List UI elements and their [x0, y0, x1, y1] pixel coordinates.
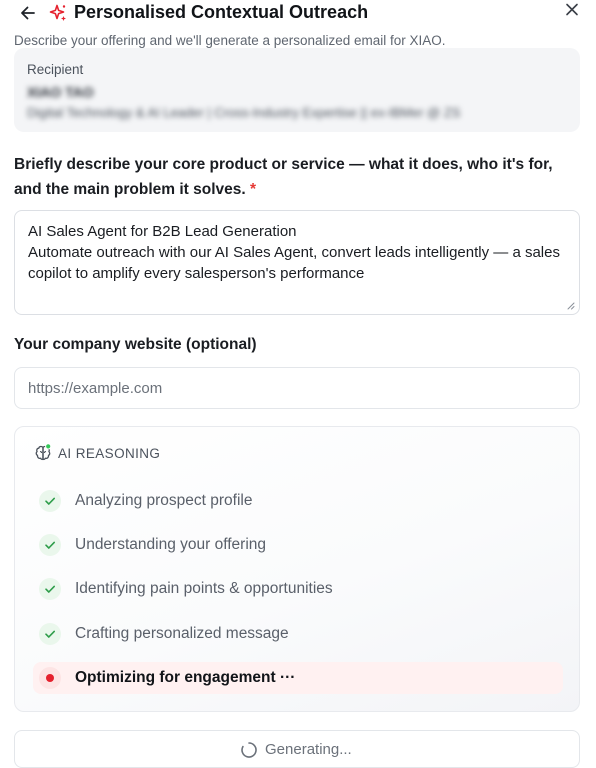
generate-button-label: Generating... [265, 741, 352, 758]
reasoning-title: AI REASONING [58, 446, 161, 461]
step-label: Understanding your offering [75, 536, 267, 553]
reasoning-step-crafting: Crafting personalized message [33, 618, 563, 650]
spinner-icon [241, 742, 257, 758]
step-status [39, 490, 61, 512]
offering-question-text: Briefly describe your core product or se… [14, 156, 553, 198]
step-label: Optimizing for engagement ··· [75, 669, 296, 686]
step-status [39, 534, 61, 556]
check-icon [45, 630, 55, 638]
check-icon [45, 497, 55, 505]
reasoning-step-optimizing: Optimizing for engagement ··· [33, 662, 563, 694]
arrow-left-icon[interactable] [18, 3, 38, 23]
step-label: Identifying pain points & opportunities [75, 580, 333, 597]
reasoning-step-understanding: Understanding your offering [33, 529, 563, 561]
reasoning-step-pain-points: Identifying pain points & opportunities [33, 573, 563, 605]
step-status [39, 667, 61, 689]
step-status [39, 578, 61, 600]
step-status [39, 623, 61, 645]
offering-text[interactable]: AI Sales Agent for B2B Lead Generation A… [28, 221, 568, 284]
resize-handle-icon[interactable] [566, 301, 575, 310]
recipient-headline: Digital Technology & AI Leader | Cross-I… [27, 105, 461, 120]
website-input[interactable] [14, 367, 580, 409]
step-label: Analyzing prospect profile [75, 492, 253, 509]
check-icon [45, 541, 55, 549]
recipient-label: Recipient [27, 62, 84, 77]
sparkles-icon [49, 4, 66, 21]
check-icon [45, 585, 55, 593]
recipient-card: Recipient XIAO TAO Digital Technology & … [14, 48, 580, 132]
required-marker: * [250, 181, 257, 198]
dialog-title: Personalised Contextual Outreach [74, 2, 369, 22]
generate-button[interactable]: Generating... [14, 730, 580, 768]
offering-question-label: Briefly describe your core product or se… [14, 152, 574, 202]
close-icon[interactable] [562, 0, 582, 20]
ai-reasoning-panel: AI REASONING Analyzing prospect profile … [14, 426, 580, 712]
step-label: Crafting personalized message [75, 625, 289, 642]
offering-textarea[interactable]: AI Sales Agent for B2B Lead Generation A… [14, 210, 580, 315]
website-label: Your company website (optional) [14, 336, 257, 353]
reasoning-step-analyzing: Analyzing prospect profile [33, 485, 563, 517]
active-step-dot [46, 674, 54, 682]
dialog-subtitle: Describe your offering and we'll generat… [14, 33, 446, 48]
brain-icon [35, 443, 52, 461]
recipient-name: XIAO TAO [27, 84, 94, 100]
dialog-header: Personalised Contextual Outreach [0, 0, 596, 30]
